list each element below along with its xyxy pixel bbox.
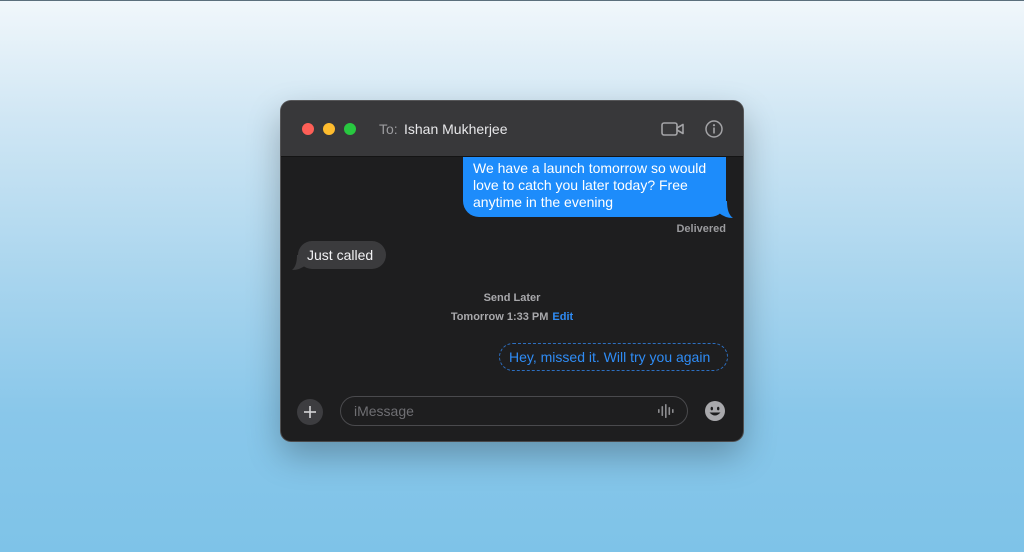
scheduled-message-bubble[interactable]: Hey, missed it. Will try you again (499, 343, 728, 371)
minimize-button[interactable] (323, 123, 335, 135)
scheduled-time-row: Tomorrow 1:33 PM Edit (281, 311, 743, 323)
outgoing-bubble-tail (719, 201, 733, 218)
waveform-icon[interactable] (657, 404, 675, 418)
info-icon[interactable] (705, 120, 723, 138)
plus-icon (304, 406, 316, 418)
message-placeholder: iMessage (354, 403, 414, 419)
send-later-label: Send Later (483, 292, 541, 304)
message-input-field[interactable]: iMessage (340, 396, 688, 426)
outgoing-message-bubble[interactable]: We have a launch tomorrow so would love … (463, 157, 726, 217)
to-label: To: (379, 121, 398, 137)
emoji-icon[interactable] (704, 400, 726, 422)
video-camera-icon[interactable] (661, 120, 685, 138)
edit-scheduled-link[interactable]: Edit (552, 311, 573, 323)
messages-window: To: Ishan Mukherjee We have a launch tom… (281, 101, 743, 441)
zoom-button[interactable] (344, 123, 356, 135)
title-bar: To: Ishan Mukherjee (281, 101, 743, 157)
delivery-status: Delivered (676, 223, 726, 235)
screen-top-edge (0, 0, 1024, 1)
recipient-name[interactable]: Ishan Mukherjee (404, 121, 508, 137)
scheduled-time: Tomorrow 1:33 PM (450, 311, 549, 323)
close-button[interactable] (302, 123, 314, 135)
incoming-message-bubble[interactable]: Just called (298, 241, 386, 269)
add-attachment-button[interactable] (297, 399, 323, 425)
